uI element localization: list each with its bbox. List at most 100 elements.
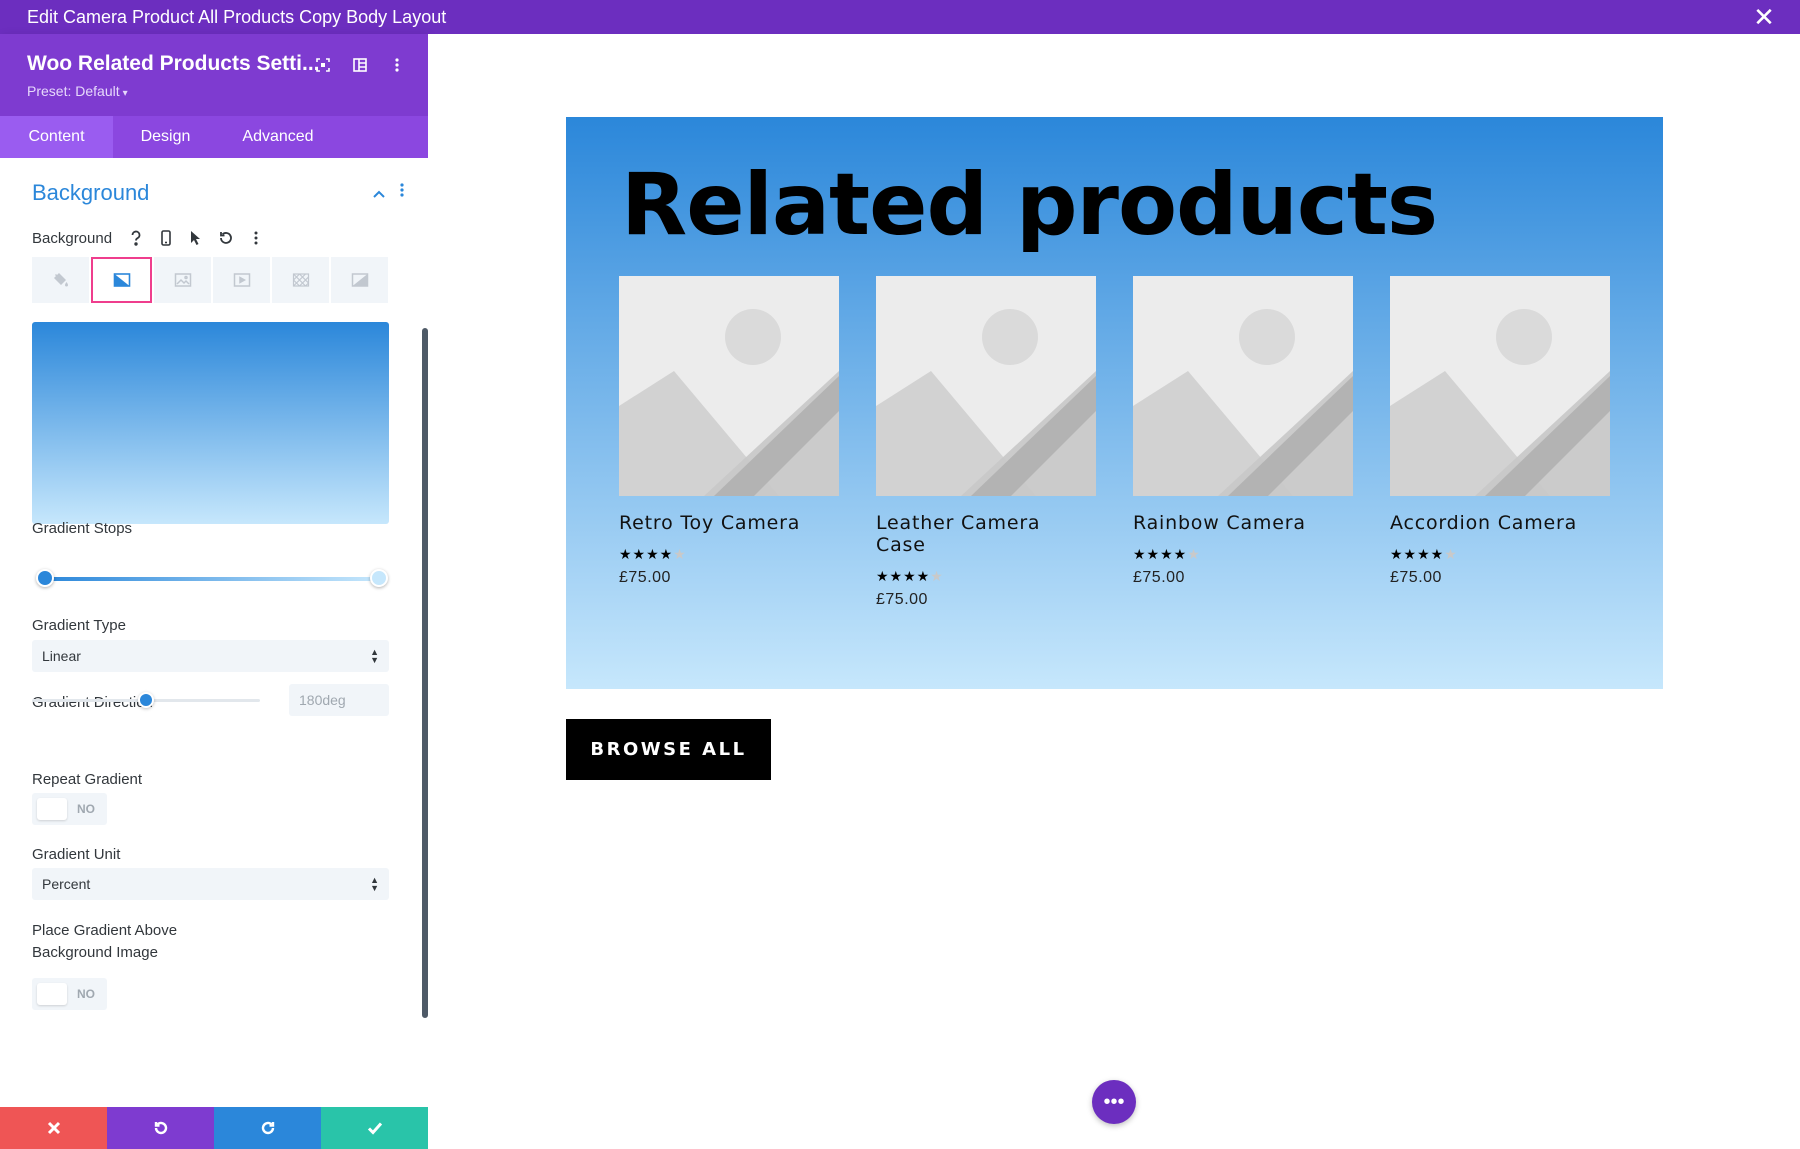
gradient-icon bbox=[113, 273, 130, 287]
gradient-direction-value: 180deg bbox=[299, 692, 346, 708]
gradient-stops-track[interactable] bbox=[43, 577, 380, 581]
image-placeholder-icon bbox=[1133, 276, 1353, 496]
expand-icon[interactable] bbox=[312, 54, 334, 76]
mask-icon bbox=[351, 273, 368, 287]
image-icon bbox=[174, 273, 191, 287]
tab-advanced[interactable]: Advanced bbox=[218, 116, 338, 158]
close-icon[interactable]: ✕ bbox=[1750, 3, 1778, 31]
repeat-gradient-toggle[interactable]: NO bbox=[32, 793, 107, 825]
product-rating: ★★★★★ bbox=[1133, 546, 1201, 562]
mobile-icon[interactable] bbox=[156, 228, 176, 248]
gradient-unit-value: Percent bbox=[42, 876, 91, 892]
redo-icon bbox=[261, 1121, 274, 1135]
tab-content[interactable]: Content bbox=[0, 116, 113, 158]
bg-video-tab[interactable] bbox=[213, 257, 270, 303]
bg-pattern-tab[interactable] bbox=[272, 257, 329, 303]
tab-design[interactable]: Design bbox=[113, 116, 218, 158]
more-vertical-icon[interactable] bbox=[246, 228, 266, 248]
place-gradient-above-label-line2: Background Image bbox=[32, 944, 158, 961]
product-image-placeholder[interactable] bbox=[1133, 276, 1353, 496]
product-name[interactable]: Rainbow Camera bbox=[1133, 512, 1353, 534]
more-options-icon[interactable]: ••• bbox=[1092, 1080, 1136, 1124]
product-price: £75.00 bbox=[1133, 569, 1185, 586]
bg-color-tab[interactable] bbox=[32, 257, 89, 303]
panel-title: Woo Related Products Setti... bbox=[27, 52, 320, 75]
product-card[interactable]: Rainbow Camera ★★★★★ £75.00 bbox=[1133, 276, 1353, 587]
check-icon bbox=[367, 1122, 382, 1135]
image-placeholder-icon bbox=[619, 276, 839, 496]
bg-mask-tab[interactable] bbox=[331, 257, 388, 303]
caret-down-icon: ▾ bbox=[122, 88, 128, 99]
cancel-button[interactable] bbox=[0, 1107, 107, 1149]
product-card[interactable]: Accordion Camera ★★★★★ £75.00 bbox=[1390, 276, 1610, 587]
image-placeholder-icon bbox=[876, 276, 1096, 496]
gradient-type-value: Linear bbox=[42, 648, 81, 664]
select-arrows-icon: ▲ ▼ bbox=[370, 647, 379, 665]
gradient-direction-input[interactable]: 180deg bbox=[289, 684, 389, 716]
more-vertical-icon[interactable] bbox=[386, 54, 408, 76]
cursor-icon[interactable] bbox=[186, 228, 206, 248]
toggle-state: NO bbox=[77, 987, 95, 1001]
product-name[interactable]: Retro Toy Camera bbox=[619, 512, 839, 534]
product-price: £75.00 bbox=[619, 569, 671, 586]
product-card[interactable]: Retro Toy Camera ★★★★★ £75.00 bbox=[619, 276, 839, 587]
more-vertical-icon[interactable] bbox=[398, 182, 406, 203]
reset-icon[interactable] bbox=[216, 228, 236, 248]
gradient-stop-start[interactable] bbox=[36, 569, 54, 587]
product-rating: ★★★★★ bbox=[1390, 546, 1458, 562]
place-gradient-above-label: Place Gradient Above Background Image bbox=[32, 920, 177, 964]
panel-tabs: Content Design Advanced bbox=[0, 116, 428, 158]
product-rating: ★★★★★ bbox=[619, 546, 687, 562]
product-image-placeholder[interactable] bbox=[876, 276, 1096, 496]
preset-selector[interactable]: Preset: Default ▾ bbox=[27, 83, 128, 99]
browse-all-button[interactable]: BROWSE ALL bbox=[566, 719, 771, 780]
pattern-icon bbox=[292, 273, 309, 287]
module-title: Related products bbox=[621, 155, 1438, 255]
product-name[interactable]: Leather Camera Case bbox=[876, 512, 1096, 556]
repeat-gradient-label: Repeat Gradient bbox=[32, 771, 143, 788]
gradient-direction-slider[interactable] bbox=[138, 692, 154, 708]
image-placeholder-icon bbox=[1390, 276, 1610, 496]
redo-button[interactable] bbox=[214, 1107, 321, 1149]
window-titlebar: Edit Camera Product All Products Copy Bo… bbox=[0, 0, 1800, 34]
save-button[interactable] bbox=[321, 1107, 428, 1149]
gradient-type-label: Gradient Type bbox=[32, 617, 126, 634]
close-icon bbox=[47, 1121, 60, 1135]
place-gradient-above-label-line1: Place Gradient Above bbox=[32, 922, 178, 939]
bg-gradient-tab[interactable] bbox=[91, 257, 152, 303]
toggle-knob bbox=[37, 983, 67, 1005]
place-gradient-above-toggle[interactable]: NO bbox=[32, 978, 107, 1010]
product-name[interactable]: Accordion Camera bbox=[1390, 512, 1610, 534]
panel-header: Woo Related Products Setti... Preset: De… bbox=[0, 34, 428, 116]
undo-button[interactable] bbox=[107, 1107, 214, 1149]
gradient-type-select[interactable]: Linear ▲ ▼ bbox=[32, 640, 389, 672]
columns-icon[interactable] bbox=[349, 54, 371, 76]
gradient-preview bbox=[32, 322, 389, 524]
video-icon bbox=[233, 273, 250, 287]
gradient-stops-label: Gradient Stops bbox=[32, 520, 133, 537]
product-card[interactable]: Leather Camera Case ★★★★★ £75.00 bbox=[876, 276, 1096, 609]
bg-image-tab[interactable] bbox=[154, 257, 211, 303]
toggle-knob bbox=[37, 798, 67, 820]
section-title[interactable]: Background bbox=[32, 180, 149, 206]
undo-icon bbox=[154, 1121, 167, 1135]
paint-bucket-icon bbox=[53, 273, 68, 287]
background-label: Background bbox=[32, 230, 113, 247]
help-icon[interactable] bbox=[126, 228, 146, 248]
product-image-placeholder[interactable] bbox=[1390, 276, 1610, 496]
select-arrows-icon: ▲ ▼ bbox=[370, 875, 379, 893]
window-title: Edit Camera Product All Products Copy Bo… bbox=[27, 6, 447, 27]
related-products-module[interactable]: Related products Retro Toy Camera ★★★★★ … bbox=[566, 117, 1663, 689]
panel-body: Background Background Gradient Stops Gra… bbox=[0, 158, 428, 1098]
gradient-unit-label: Gradient Unit bbox=[32, 846, 121, 863]
background-label-icons bbox=[126, 228, 266, 248]
product-image-placeholder[interactable] bbox=[619, 276, 839, 496]
toggle-state: NO bbox=[77, 802, 95, 816]
product-price: £75.00 bbox=[876, 591, 928, 608]
panel-footer bbox=[0, 1107, 428, 1149]
gradient-direction-label: Gradient Direction bbox=[32, 694, 153, 711]
chevron-up-icon[interactable] bbox=[372, 186, 386, 202]
settings-panel: Woo Related Products Setti... Preset: De… bbox=[0, 34, 428, 1149]
gradient-stop-end[interactable] bbox=[370, 569, 388, 587]
gradient-unit-select[interactable]: Percent ▲ ▼ bbox=[32, 868, 389, 900]
